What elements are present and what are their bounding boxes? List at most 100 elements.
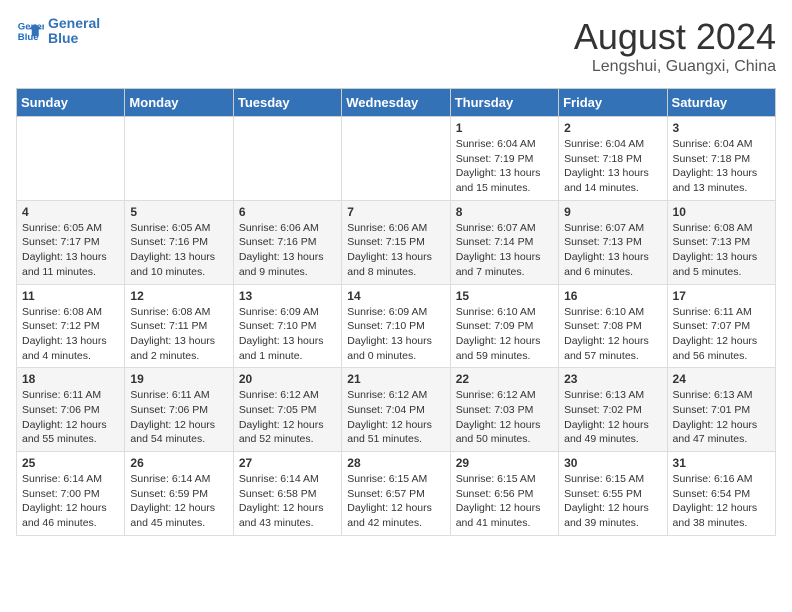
calendar-cell: 29 Sunrise: 6:15 AM Sunset: 6:56 PM Dayli… <box>450 452 558 536</box>
calendar-cell <box>17 117 125 201</box>
day-number: 17 <box>673 289 770 303</box>
day-number: 28 <box>347 456 444 470</box>
header-cell-friday: Friday <box>559 89 667 117</box>
day-info: Sunrise: 6:12 AM Sunset: 7:04 PM Dayligh… <box>347 388 444 447</box>
calendar-cell: 14Sunrise: 6:09 AM Sunset: 7:10 PM Dayli… <box>342 284 450 368</box>
calendar-cell: 20Sunrise: 6:12 AM Sunset: 7:05 PM Dayli… <box>233 368 341 452</box>
calendar-cell: 17Sunrise: 6:11 AM Sunset: 7:07 PM Dayli… <box>667 284 775 368</box>
calendar-cell: 24 Sunrise: 6:13 AM Sunset: 7:01 PM Dayli… <box>667 368 775 452</box>
header-cell-wednesday: Wednesday <box>342 89 450 117</box>
week-row-4: 18 Sunrise: 6:11 AM Sunset: 7:06 PM Dayli… <box>17 368 776 452</box>
day-info: Sunrise: 6:09 AM Sunset: 7:10 PM Dayligh… <box>239 305 336 364</box>
week-row-2: 4 Sunrise: 6:05 AM Sunset: 7:17 PM Daylig… <box>17 200 776 284</box>
header-cell-sunday: Sunday <box>17 89 125 117</box>
calendar-cell: 3Sunrise: 6:04 AM Sunset: 7:18 PM Daylig… <box>667 117 775 201</box>
day-info: Sunrise: 6:14 AM Sunset: 7:00 PM Dayligh… <box>22 472 119 531</box>
day-number: 11 <box>22 289 119 303</box>
day-info: Sunrise: 6:10 AM Sunset: 7:08 PM Dayligh… <box>564 305 661 364</box>
calendar-cell: 9 Sunrise: 6:07 AM Sunset: 7:13 PM Daylig… <box>559 200 667 284</box>
header-cell-monday: Monday <box>125 89 233 117</box>
logo-text-line1: General <box>48 16 100 31</box>
main-title: August 2024 <box>574 16 776 58</box>
calendar-cell: 10 Sunrise: 6:08 AM Sunset: 7:13 PM Dayli… <box>667 200 775 284</box>
calendar-cell: 8 Sunrise: 6:07 AM Sunset: 7:14 PM Daylig… <box>450 200 558 284</box>
day-info: Sunrise: 6:04 AM Sunset: 7:19 PM Dayligh… <box>456 137 553 196</box>
day-info: Sunrise: 6:05 AM Sunset: 7:17 PM Dayligh… <box>22 221 119 280</box>
day-info: Sunrise: 6:12 AM Sunset: 7:03 PM Dayligh… <box>456 388 553 447</box>
day-number: 10 <box>673 205 770 219</box>
logo-icon: General Blue <box>16 17 44 45</box>
day-number: 24 <box>673 372 770 386</box>
day-info: Sunrise: 6:14 AM Sunset: 6:59 PM Dayligh… <box>130 472 227 531</box>
day-info: Sunrise: 6:11 AM Sunset: 7:06 PM Dayligh… <box>130 388 227 447</box>
week-row-5: 25 Sunrise: 6:14 AM Sunset: 7:00 PM Dayli… <box>17 452 776 536</box>
day-number: 8 <box>456 205 553 219</box>
day-number: 9 <box>564 205 661 219</box>
day-info: Sunrise: 6:11 AM Sunset: 7:06 PM Dayligh… <box>22 388 119 447</box>
day-number: 14 <box>347 289 444 303</box>
calendar-cell: 18 Sunrise: 6:11 AM Sunset: 7:06 PM Dayli… <box>17 368 125 452</box>
day-number: 29 <box>456 456 553 470</box>
day-number: 4 <box>22 205 119 219</box>
day-info: Sunrise: 6:05 AM Sunset: 7:16 PM Dayligh… <box>130 221 227 280</box>
week-row-1: 1Sunrise: 6:04 AM Sunset: 7:19 PM Daylig… <box>17 117 776 201</box>
header-cell-thursday: Thursday <box>450 89 558 117</box>
day-info: Sunrise: 6:06 AM Sunset: 7:15 PM Dayligh… <box>347 221 444 280</box>
calendar-cell: 12 Sunrise: 6:08 AM Sunset: 7:11 PM Dayli… <box>125 284 233 368</box>
day-number: 13 <box>239 289 336 303</box>
calendar-cell: 16 Sunrise: 6:10 AM Sunset: 7:08 PM Dayli… <box>559 284 667 368</box>
calendar-header-row: SundayMondayTuesdayWednesdayThursdayFrid… <box>17 89 776 117</box>
day-info: Sunrise: 6:14 AM Sunset: 6:58 PM Dayligh… <box>239 472 336 531</box>
day-info: Sunrise: 6:08 AM Sunset: 7:13 PM Dayligh… <box>673 221 770 280</box>
day-info: Sunrise: 6:15 AM Sunset: 6:57 PM Dayligh… <box>347 472 444 531</box>
day-number: 31 <box>673 456 770 470</box>
day-info: Sunrise: 6:15 AM Sunset: 6:55 PM Dayligh… <box>564 472 661 531</box>
day-number: 23 <box>564 372 661 386</box>
day-number: 25 <box>22 456 119 470</box>
logo: General Blue General Blue <box>16 16 100 47</box>
day-number: 27 <box>239 456 336 470</box>
calendar-cell: 22 Sunrise: 6:12 AM Sunset: 7:03 PM Dayli… <box>450 368 558 452</box>
day-number: 21 <box>347 372 444 386</box>
calendar-cell: 4 Sunrise: 6:05 AM Sunset: 7:17 PM Daylig… <box>17 200 125 284</box>
calendar-cell: 5 Sunrise: 6:05 AM Sunset: 7:16 PM Daylig… <box>125 200 233 284</box>
day-number: 5 <box>130 205 227 219</box>
calendar-cell: 23 Sunrise: 6:13 AM Sunset: 7:02 PM Dayli… <box>559 368 667 452</box>
day-info: Sunrise: 6:06 AM Sunset: 7:16 PM Dayligh… <box>239 221 336 280</box>
day-info: Sunrise: 6:04 AM Sunset: 7:18 PM Dayligh… <box>564 137 661 196</box>
svg-text:General: General <box>18 22 44 33</box>
header-cell-saturday: Saturday <box>667 89 775 117</box>
title-block: August 2024 Lengshui, Guangxi, China <box>574 16 776 76</box>
day-number: 3 <box>673 121 770 135</box>
calendar-cell: 2 Sunrise: 6:04 AM Sunset: 7:18 PM Daylig… <box>559 117 667 201</box>
day-number: 19 <box>130 372 227 386</box>
calendar-table: SundayMondayTuesdayWednesdayThursdayFrid… <box>16 88 776 536</box>
day-number: 2 <box>564 121 661 135</box>
day-info: Sunrise: 6:13 AM Sunset: 7:01 PM Dayligh… <box>673 388 770 447</box>
day-info: Sunrise: 6:07 AM Sunset: 7:13 PM Dayligh… <box>564 221 661 280</box>
calendar-cell: 15 Sunrise: 6:10 AM Sunset: 7:09 PM Dayli… <box>450 284 558 368</box>
day-info: Sunrise: 6:15 AM Sunset: 6:56 PM Dayligh… <box>456 472 553 531</box>
logo-text-line2: Blue <box>48 31 100 46</box>
day-info: Sunrise: 6:10 AM Sunset: 7:09 PM Dayligh… <box>456 305 553 364</box>
calendar-cell: 28 Sunrise: 6:15 AM Sunset: 6:57 PM Dayli… <box>342 452 450 536</box>
calendar-cell: 21 Sunrise: 6:12 AM Sunset: 7:04 PM Dayli… <box>342 368 450 452</box>
day-number: 18 <box>22 372 119 386</box>
calendar-cell <box>233 117 341 201</box>
header-cell-tuesday: Tuesday <box>233 89 341 117</box>
day-number: 20 <box>239 372 336 386</box>
calendar-cell: 27 Sunrise: 6:14 AM Sunset: 6:58 PM Dayli… <box>233 452 341 536</box>
day-info: Sunrise: 6:07 AM Sunset: 7:14 PM Dayligh… <box>456 221 553 280</box>
day-number: 12 <box>130 289 227 303</box>
day-info: Sunrise: 6:13 AM Sunset: 7:02 PM Dayligh… <box>564 388 661 447</box>
day-info: Sunrise: 6:08 AM Sunset: 7:11 PM Dayligh… <box>130 305 227 364</box>
calendar-cell: 25 Sunrise: 6:14 AM Sunset: 7:00 PM Dayli… <box>17 452 125 536</box>
day-number: 26 <box>130 456 227 470</box>
calendar-cell: 19 Sunrise: 6:11 AM Sunset: 7:06 PM Dayli… <box>125 368 233 452</box>
day-number: 15 <box>456 289 553 303</box>
day-number: 22 <box>456 372 553 386</box>
calendar-cell <box>342 117 450 201</box>
day-number: 30 <box>564 456 661 470</box>
week-row-3: 11Sunrise: 6:08 AM Sunset: 7:12 PM Dayli… <box>17 284 776 368</box>
day-number: 16 <box>564 289 661 303</box>
